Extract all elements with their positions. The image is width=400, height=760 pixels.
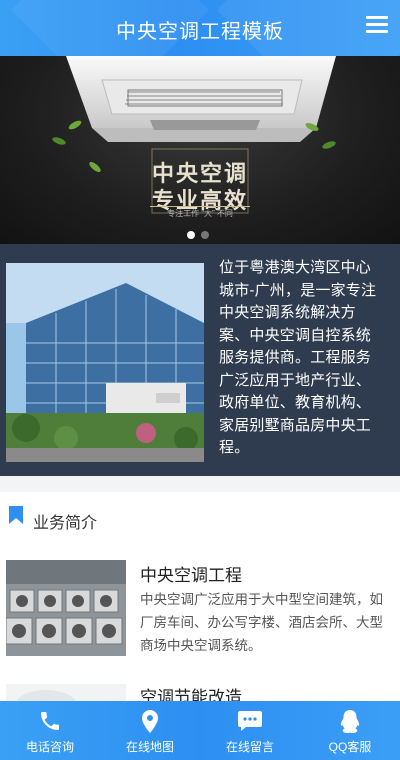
map-pin-icon (142, 710, 158, 733)
slider-dot-1[interactable] (187, 231, 195, 239)
nav-qq-service[interactable]: QQ客服 (300, 701, 400, 760)
intro-text: 位于粤港澳大湾区中心城市-广州，是一家专注中央空调系统解决方案、中央空调自控系统… (219, 259, 377, 456)
slider-dots[interactable] (187, 231, 209, 239)
office-building-image (6, 263, 204, 462)
qq-penguin-icon (340, 710, 360, 733)
nav-phone-consult[interactable]: 电话咨询 (0, 701, 100, 760)
section-header: 业务简介 (0, 492, 400, 544)
banner-slider[interactable]: 中央空调 专业高效 专注工作 “大” 不同 (0, 56, 400, 244)
nav-label: 电话咨询 (25, 740, 74, 754)
slider-dot-2[interactable] (201, 231, 209, 239)
section-title: 业务简介 (33, 515, 98, 532)
company-intro: 位于粤港澳大湾区中心城市-广州，是一家专注中央空调系统解决方案、中央空调自控系统… (0, 244, 400, 476)
nav-label: 在线地图 (125, 740, 174, 754)
nav-label: QQ客服 (328, 740, 372, 754)
item-title[interactable]: 中央空调工程 (140, 561, 242, 586)
page-title: 中央空调工程模板 (116, 21, 284, 43)
message-icon (238, 711, 262, 731)
nav-online-message[interactable]: 在线留言 (200, 701, 300, 760)
banner-slogan-sub: 专注工作 “大” 不同 (167, 209, 233, 218)
bookmark-icon (9, 506, 23, 524)
item-description: 中央空调广泛应用于大中型空间建筑，如厂房车间、办公写字楼、酒店会所、大型商场中央… (140, 592, 383, 653)
nav-label: 在线留言 (225, 740, 274, 754)
nav-online-map[interactable]: 在线地图 (100, 701, 200, 760)
top-header: 中央空调工程模板 (0, 0, 400, 56)
hamburger-menu-icon[interactable] (366, 14, 388, 34)
bottom-navigation: 电话咨询 在线地图 在线留言 QQ客服 (0, 701, 400, 760)
ac-units-image (6, 560, 126, 656)
phone-icon (41, 712, 59, 730)
